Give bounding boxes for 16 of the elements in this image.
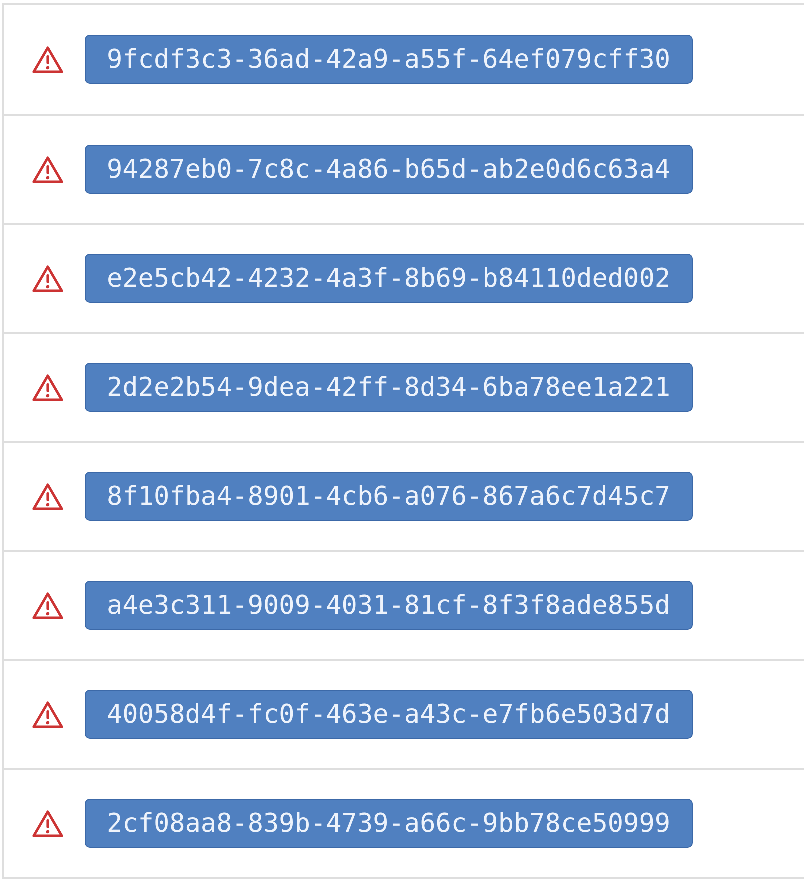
warning-icon — [32, 156, 64, 184]
warning-icon — [32, 700, 64, 728]
id-tag: 94287eb0-7c8c-4a86-b65d-ab2e0d6c63a4 — [85, 145, 693, 194]
warning-icon — [32, 592, 64, 620]
id-tag: a4e3c311-9009-4031-81cf-8f3f8ade855d — [85, 581, 693, 630]
warning-icon — [32, 810, 64, 838]
id-tag: 40058d4f-fc0f-463e-a43c-e7fb6e503d7d — [85, 690, 693, 739]
warning-icon — [32, 264, 64, 292]
id-tag: e2e5cb42-4232-4a3f-8b69-b84110ded002 — [85, 254, 693, 303]
warning-icon — [32, 374, 64, 402]
warning-icon — [32, 482, 64, 510]
id-tag: 2d2e2b54-9dea-42ff-8d34-6ba78ee1a221 — [85, 363, 693, 412]
id-tag: 9fcdf3c3-36ad-42a9-a55f-64ef079cff30 — [85, 35, 693, 84]
id-tag: 2cf08aa8-839b-4739-a66c-9bb78ce50999 — [85, 799, 693, 848]
id-tag: 8f10fba4-8901-4cb6-a076-867a6c7d45c7 — [85, 472, 693, 521]
warning-icon — [32, 46, 64, 74]
